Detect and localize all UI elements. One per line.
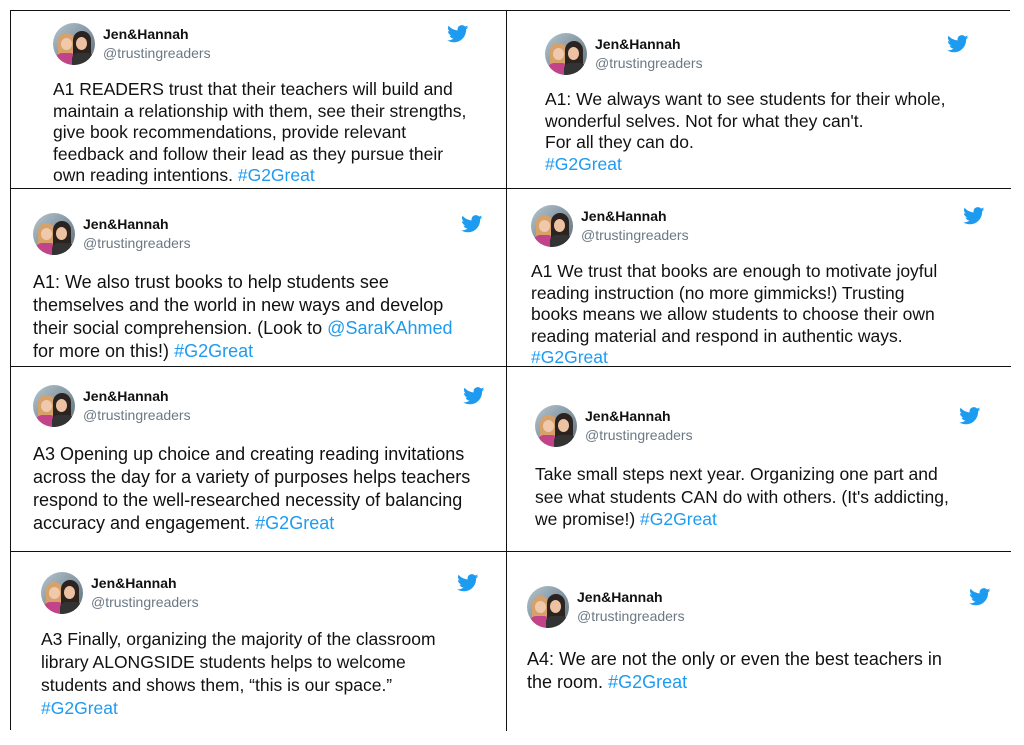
avatar[interactable] <box>33 213 75 255</box>
twitter-bird-icon[interactable] <box>959 407 981 425</box>
author-handle[interactable]: @trustingreaders <box>91 594 199 610</box>
author-handle[interactable]: @trustingreaders <box>577 608 685 624</box>
hashtag-link[interactable]: #G2Great <box>531 347 608 366</box>
tweet-collage: Jen&Hannah @trustingreaders A1 READERS t… <box>10 10 1011 731</box>
tweet-body: Take small steps next year. Organizing o… <box>535 464 949 529</box>
twitter-bird-icon[interactable] <box>461 215 483 233</box>
author-name[interactable]: Jen&Hannah <box>83 216 169 232</box>
tweet-card[interactable]: Jen&Hannah @trustingreaders A1 READERS t… <box>11 11 507 189</box>
tweet-text: Take small steps next year. Organizing o… <box>535 463 949 531</box>
avatar[interactable] <box>41 572 83 614</box>
author-handle[interactable]: @trustingreaders <box>581 227 689 243</box>
hashtag-link[interactable]: #G2Great <box>238 165 315 185</box>
tweet-card[interactable]: Jen&Hannah @trustingreaders A1: We alway… <box>507 11 1011 189</box>
avatar[interactable] <box>53 23 95 65</box>
hashtag-link[interactable]: #G2Great <box>545 154 622 174</box>
author-handle[interactable]: @trustingreaders <box>585 427 693 443</box>
twitter-bird-icon[interactable] <box>447 25 469 43</box>
twitter-bird-icon[interactable] <box>947 35 969 53</box>
avatar[interactable] <box>33 385 75 427</box>
avatar[interactable] <box>545 33 587 75</box>
hashtag-link[interactable]: #G2Great <box>608 672 687 692</box>
author-name[interactable]: Jen&Hannah <box>103 26 189 42</box>
tweet-body-continued: for more on this!) <box>33 341 170 361</box>
avatar[interactable] <box>527 586 569 628</box>
author-name[interactable]: Jen&Hannah <box>581 208 667 224</box>
avatar[interactable] <box>535 405 577 447</box>
tweet-card[interactable]: Jen&Hannah @trustingreaders Take small s… <box>507 367 1011 552</box>
tweet-body: A3 Opening up choice and creating readin… <box>33 444 471 533</box>
author-handle[interactable]: @trustingreaders <box>595 55 703 71</box>
author-handle[interactable]: @trustingreaders <box>83 407 191 423</box>
author-name[interactable]: Jen&Hannah <box>91 575 177 591</box>
hashtag-link[interactable]: #G2Great <box>640 509 717 529</box>
tweet-text: A1: We always want to see students for t… <box>545 89 945 175</box>
mention-link[interactable]: @SaraKAhmed <box>327 318 452 338</box>
tweet-text: A1 READERS trust that their teachers wil… <box>53 79 466 187</box>
tweet-body: A3 Finally, organizing the majority of t… <box>41 629 436 695</box>
tweet-text: A1: We also trust books to help students… <box>33 271 453 363</box>
tweet-text: A4: We are not the only or even the best… <box>527 648 942 694</box>
twitter-bird-icon[interactable] <box>969 588 991 606</box>
twitter-bird-icon[interactable] <box>963 207 985 225</box>
tweet-body: A4: We are not the only or even the best… <box>527 649 942 692</box>
tweet-card[interactable]: Jen&Hannah @trustingreaders A1: We also … <box>11 189 507 367</box>
author-name[interactable]: Jen&Hannah <box>577 589 663 605</box>
hashtag-link[interactable]: #G2Great <box>174 341 253 361</box>
author-handle[interactable]: @trustingreaders <box>83 235 191 251</box>
tweet-text: A3 Finally, organizing the majority of t… <box>41 628 436 720</box>
tweet-card[interactable]: Jen&Hannah @trustingreaders A1 We trust … <box>507 189 1011 367</box>
tweet-text: A1 We trust that books are enough to mot… <box>531 261 938 366</box>
avatar[interactable] <box>531 205 573 247</box>
tweet-card[interactable]: Jen&Hannah @trustingreaders A3 Finally, … <box>11 552 507 731</box>
hashtag-link[interactable]: #G2Great <box>41 698 118 718</box>
tweet-body: A1 We trust that books are enough to mot… <box>531 261 938 346</box>
hashtag-link[interactable]: #G2Great <box>255 513 334 533</box>
tweet-card[interactable]: Jen&Hannah @trustingreaders A4: We are n… <box>507 552 1011 731</box>
tweet-text: A3 Opening up choice and creating readin… <box>33 443 470 535</box>
tweet-body: A1: We always want to see students for t… <box>545 89 946 152</box>
author-name[interactable]: Jen&Hannah <box>585 408 671 424</box>
author-name[interactable]: Jen&Hannah <box>595 36 681 52</box>
twitter-bird-icon[interactable] <box>463 387 485 405</box>
author-name[interactable]: Jen&Hannah <box>83 388 169 404</box>
tweet-card[interactable]: Jen&Hannah @trustingreaders A3 Opening u… <box>11 367 507 552</box>
twitter-bird-icon[interactable] <box>457 574 479 592</box>
author-handle[interactable]: @trustingreaders <box>103 45 211 61</box>
